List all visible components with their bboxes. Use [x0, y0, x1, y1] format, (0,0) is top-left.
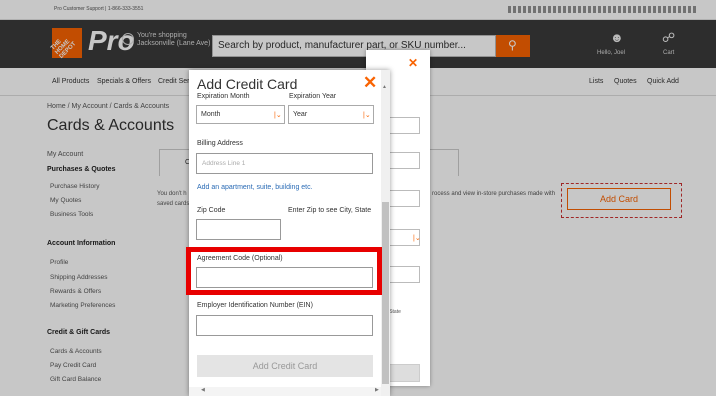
zip-hint: Enter Zip to see City, State: [288, 207, 372, 214]
expiration-month-select[interactable]: Month: [196, 105, 285, 124]
add-apartment-link[interactable]: Add an apartment, suite, building etc.: [197, 184, 313, 191]
scrollbar-thumb[interactable]: [382, 202, 389, 384]
close-icon[interactable]: ✕: [363, 73, 377, 93]
zip-code-input[interactable]: [196, 219, 281, 240]
chevron-down-icon: |⌄: [413, 235, 421, 242]
zip-code-label: Zip Code: [197, 207, 226, 214]
scroll-left-arrow-icon[interactable]: ◀: [201, 387, 205, 393]
ein-label: Employer Identification Number (EIN): [197, 302, 313, 309]
chevron-down-icon: |⌄: [363, 112, 371, 119]
expiration-month-label: Expiration Month: [197, 93, 250, 100]
close-icon[interactable]: ✕: [408, 56, 418, 70]
address-line-1-input[interactable]: Address Line 1: [196, 153, 373, 174]
horizontal-scrollbar[interactable]: [189, 387, 381, 396]
ein-input[interactable]: [196, 315, 373, 336]
address-placeholder: Address Line 1: [202, 160, 246, 167]
add-credit-card-modal: Add Credit Card ✕ Expiration Month Expir…: [189, 70, 390, 396]
expiration-year-select[interactable]: Year: [288, 105, 374, 124]
scroll-right-arrow-icon[interactable]: ▶: [375, 387, 379, 393]
modal-title: Add Credit Card: [197, 76, 298, 92]
add-credit-card-button[interactable]: Add Credit Card: [197, 355, 373, 377]
agreement-code-highlight: [186, 247, 382, 295]
chevron-down-icon: |⌄: [274, 112, 282, 119]
expiration-year-label: Expiration Year: [289, 93, 337, 100]
billing-address-label: Billing Address: [197, 140, 243, 147]
scroll-up-arrow-icon[interactable]: ▲: [382, 84, 387, 90]
